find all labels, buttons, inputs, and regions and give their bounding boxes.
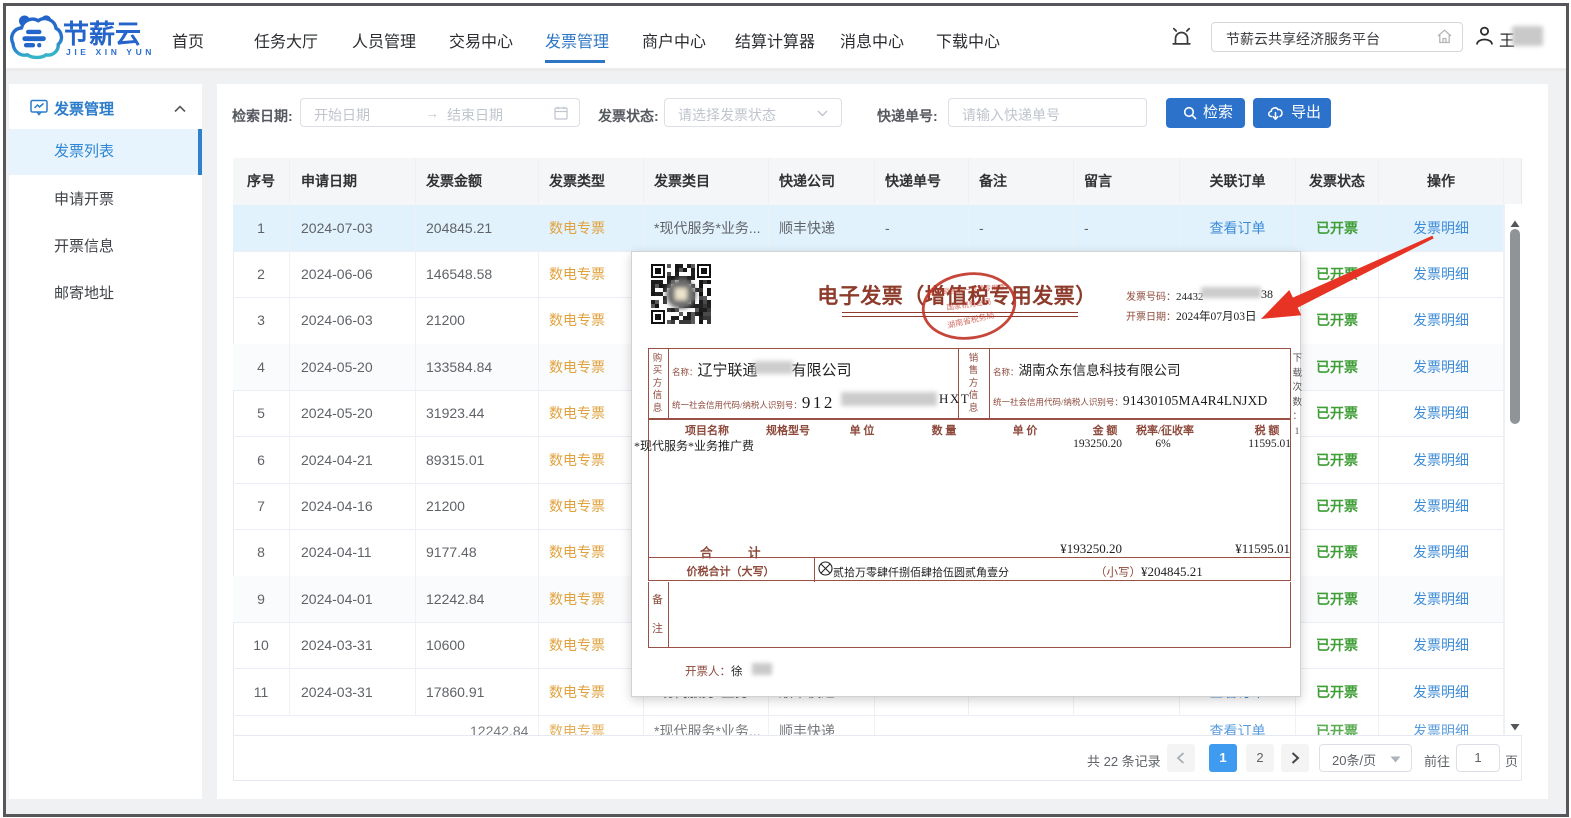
svg-text:湖南省税务局: 湖南省税务局	[946, 310, 995, 331]
svg-text:国家税务总局: 国家税务总局	[946, 296, 992, 312]
